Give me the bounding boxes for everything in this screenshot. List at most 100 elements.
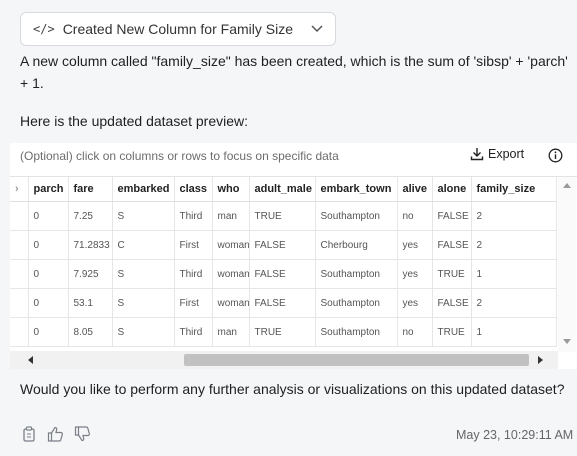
column-header[interactable]: parch (28, 177, 69, 202)
data-grid: › parch fare embarked class who adult_male emba… (10, 176, 577, 369)
scroll-left-icon[interactable] (28, 356, 33, 364)
partial-cell (10, 201, 29, 231)
table-row[interactable]: 0 7.25 S Third man TRUE Southampton no FALSE 2 (10, 201, 557, 231)
export-label: Export (488, 147, 525, 161)
table-cell[interactable]: 53.1 (68, 288, 113, 318)
partial-cell (10, 259, 29, 289)
table-cell[interactable]: TRUE (249, 317, 316, 347)
table-cell[interactable]: FALSE (249, 230, 316, 260)
table-cell[interactable]: woman (212, 259, 250, 289)
table-cell[interactable]: 0 (28, 317, 69, 347)
info-icon[interactable] (548, 148, 563, 168)
table-cell[interactable]: yes (397, 288, 433, 318)
table-cell[interactable]: Third (174, 259, 213, 289)
table-cell[interactable]: 7.25 (68, 201, 113, 231)
partial-column-header[interactable]: › (10, 177, 29, 202)
table-cell[interactable]: 71.2833 (68, 230, 113, 260)
table-cell[interactable]: no (397, 317, 433, 347)
table-cell[interactable]: 2 (471, 288, 557, 318)
table-cell[interactable]: FALSE (432, 201, 472, 231)
table-cell[interactable]: Third (174, 317, 213, 347)
table-cell[interactable]: C (112, 230, 175, 260)
table-cell[interactable]: TRUE (249, 201, 316, 231)
column-header[interactable]: alone (432, 177, 472, 202)
export-button[interactable]: Export (470, 147, 524, 161)
horizontal-scroll-thumb[interactable] (184, 354, 529, 366)
table-cell[interactable]: 0 (28, 201, 69, 231)
copy-icon[interactable] (22, 426, 37, 442)
table-cell[interactable]: woman (212, 288, 250, 318)
table-cell[interactable]: 0 (28, 230, 69, 260)
scroll-down-icon[interactable] (563, 339, 571, 344)
table-cell[interactable]: woman (212, 230, 250, 260)
column-header[interactable]: embarked (112, 177, 175, 202)
column-header[interactable]: class (174, 177, 213, 202)
horizontal-scrollbar[interactable] (10, 351, 558, 369)
table-row[interactable]: 0 53.1 S First woman FALSE Southampton yes FALSE… (10, 288, 557, 318)
column-header[interactable]: family_size (471, 177, 557, 202)
download-icon (470, 148, 484, 161)
table-cell[interactable]: S (112, 288, 175, 318)
table-cell[interactable]: 8.05 (68, 317, 113, 347)
grid-toolbar: (Optional) click on columns or rows to f… (10, 143, 577, 169)
partial-cell (10, 288, 29, 318)
grid-hint: (Optional) click on columns or rows to f… (20, 149, 339, 163)
table-cell[interactable]: 7.925 (68, 259, 113, 289)
preview-label: Here is the updated dataset preview: (20, 113, 249, 129)
column-header[interactable]: adult_male (249, 177, 316, 202)
table-cell[interactable]: First (174, 230, 213, 260)
table-cell[interactable]: Third (174, 201, 213, 231)
column-header[interactable]: embark_town (315, 177, 398, 202)
table-cell[interactable]: man (212, 317, 250, 347)
table-cell[interactable]: Southampton (315, 259, 398, 289)
chevron-down-icon[interactable] (311, 25, 323, 33)
table-row[interactable]: 0 7.925 S Third woman FALSE Southampton yes TRUE… (10, 259, 557, 289)
data-grid-panel: (Optional) click on columns or rows to f… (10, 143, 577, 369)
table-cell[interactable]: S (112, 201, 175, 231)
table-cell[interactable]: FALSE (249, 288, 316, 318)
table-cell[interactable]: Southampton (315, 288, 398, 318)
table-cell[interactable]: man (212, 201, 250, 231)
followup-question: Would you like to perform any further an… (20, 381, 565, 397)
table-cell[interactable]: TRUE (432, 317, 472, 347)
scroll-up-icon[interactable] (563, 183, 571, 188)
table-cell[interactable]: Cherbourg (315, 230, 398, 260)
table-cell[interactable]: no (397, 201, 433, 231)
table-cell[interactable]: TRUE (432, 259, 472, 289)
partial-cell (10, 317, 29, 347)
table-cell[interactable]: FALSE (432, 230, 472, 260)
table-body: 0 7.25 S Third man TRUE Southampton no FALSE 2 0 71… (10, 201, 557, 347)
table-cell[interactable]: 1 (471, 317, 557, 347)
table-cell[interactable]: First (174, 288, 213, 318)
code-icon: </> (33, 22, 55, 36)
data-table: › parch fare embarked class who adult_male emba… (10, 177, 557, 347)
table-cell[interactable]: yes (397, 230, 433, 260)
code-step-toggle[interactable]: </> Created New Column for Family Size (20, 12, 336, 46)
table-cell[interactable]: FALSE (249, 259, 316, 289)
table-cell[interactable]: S (112, 317, 175, 347)
table-cell[interactable]: 1 (471, 259, 557, 289)
chat-page: </> Created New Column for Family Size A… (0, 0, 577, 456)
message-timestamp: May 23, 10:29:11 AM (456, 428, 574, 442)
table-cell[interactable]: Southampton (315, 317, 398, 347)
table-cell[interactable]: FALSE (432, 288, 472, 318)
table-cell[interactable]: 0 (28, 288, 69, 318)
table-row[interactable]: 0 8.05 S Third man TRUE Southampton no TRUE 1 (10, 317, 557, 347)
header-row: › parch fare embarked class who adult_male emba… (10, 177, 557, 202)
message-actions (22, 426, 91, 442)
table-cell[interactable]: Southampton (315, 201, 398, 231)
column-header[interactable]: alive (397, 177, 433, 202)
table-cell[interactable]: 0 (28, 259, 69, 289)
thumbs-up-icon[interactable] (47, 426, 64, 442)
table-cell[interactable]: S (112, 259, 175, 289)
scroll-right-icon[interactable] (538, 356, 543, 364)
table-cell[interactable]: yes (397, 259, 433, 289)
table-cell[interactable]: 2 (471, 201, 557, 231)
code-step-label: Created New Column for Family Size (62, 21, 293, 37)
table-row[interactable]: 0 71.2833 C First woman FALSE Cherbourg yes FALS… (10, 230, 557, 260)
thumbs-down-icon[interactable] (74, 426, 91, 442)
table-cell[interactable]: 2 (471, 230, 557, 260)
column-header[interactable]: fare (68, 177, 113, 202)
vertical-scrollbar[interactable] (558, 177, 576, 352)
column-header[interactable]: who (212, 177, 250, 202)
